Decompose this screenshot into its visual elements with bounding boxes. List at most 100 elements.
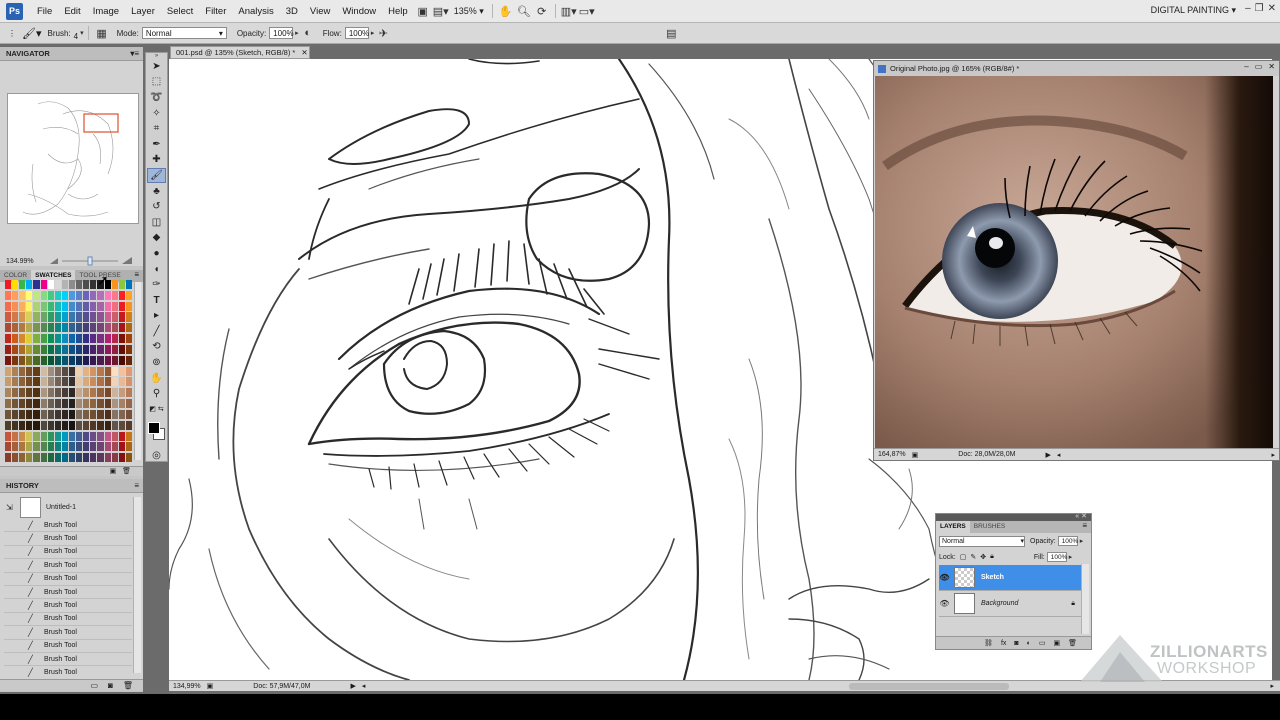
swatch-color[interactable] [90,344,97,354]
swatch-color[interactable] [118,344,125,354]
swatch-color[interactable] [97,312,104,322]
swatches-scrollbar[interactable] [134,282,141,460]
swatch-color[interactable] [97,355,104,365]
swatch-color[interactable] [47,388,54,398]
screen-mode-icon[interactable]: ▭▾ [578,3,596,19]
hand-tool-icon[interactable]: ✋ [497,3,515,19]
swatch-color[interactable] [125,344,132,354]
swatch-color[interactable] [5,431,12,441]
swatch-color[interactable] [83,280,90,290]
swatch-color[interactable] [40,312,47,322]
swatch-grid[interactable] [5,280,132,463]
swatch-color[interactable] [90,323,97,333]
swatch-color[interactable] [104,431,111,441]
swatch-color[interactable] [111,355,118,365]
swatch-color[interactable] [26,420,33,430]
swatch-color[interactable] [125,377,132,387]
history-item[interactable]: ╱ Brush Tool [4,640,132,653]
swatch-color[interactable] [61,344,68,354]
swatch-color[interactable] [125,409,132,419]
swatch-color[interactable] [83,431,90,441]
swatch-color[interactable] [97,323,104,333]
history-item[interactable]: ╱ Brush Tool [4,666,132,680]
swatch-color[interactable] [97,344,104,354]
swatch-color[interactable] [12,355,19,365]
swatch-color[interactable] [54,399,61,409]
swatch-color[interactable] [61,355,68,365]
swatch-color[interactable] [5,377,12,387]
swatch-color[interactable] [33,355,40,365]
swatch-color[interactable] [40,420,47,430]
swatch-color[interactable] [33,431,40,441]
brush-tool-icon[interactable]: 🖌︎ [147,168,166,183]
swatch-color[interactable] [83,301,90,311]
swatch-color[interactable] [12,280,19,290]
3d-orbit-tool-icon[interactable]: ⊚ [147,355,166,370]
swatch-color[interactable] [12,290,19,300]
swatch-color[interactable] [19,280,26,290]
swatch-color[interactable] [83,312,90,322]
swatch-color[interactable] [125,388,132,398]
swatch-color[interactable] [47,301,54,311]
swatch-color[interactable] [47,344,54,354]
swatch-color[interactable] [104,344,111,354]
swatch-color[interactable] [40,399,47,409]
swatch-color[interactable] [61,334,68,344]
swatch-color[interactable] [19,377,26,387]
swatch-color[interactable] [69,290,76,300]
flow-input[interactable]: 100% [344,27,369,39]
swatch-color[interactable] [69,355,76,365]
swatch-color[interactable] [104,312,111,322]
document-tab[interactable]: 001.psd @ 135% (Sketch, RGB/8) * ✕ [170,46,310,59]
swatch-color[interactable] [125,323,132,333]
swatch-color[interactable] [47,442,54,452]
swatch-color[interactable] [111,431,118,441]
swatch-color[interactable] [19,420,26,430]
swatch-color[interactable] [76,442,83,452]
swatch-color[interactable] [83,388,90,398]
swatch-color[interactable] [26,377,33,387]
swatch-color[interactable] [26,323,33,333]
swatch-color[interactable] [12,453,19,463]
layers-panel-grip[interactable]: « ✕ [936,512,1091,521]
new-layer-icon[interactable]: ▣ [1053,639,1060,647]
swatch-color[interactable] [111,366,118,376]
swatch-color[interactable] [83,442,90,452]
swatch-color[interactable] [76,420,83,430]
swatch-color[interactable] [40,323,47,333]
eraser-tool-icon[interactable]: ◫ [147,215,166,230]
close-icon[interactable]: ✕ [301,48,307,57]
swatch-color[interactable] [40,301,47,311]
swatch-color[interactable] [90,442,97,452]
swatch-color[interactable] [69,442,76,452]
swatch-color[interactable] [61,377,68,387]
swatch-color[interactable] [97,366,104,376]
swatch-color[interactable] [111,377,118,387]
swatch-color[interactable] [47,366,54,376]
collapse-icon[interactable]: « ✕ [1075,512,1087,520]
swatch-color[interactable] [76,431,83,441]
menu-help[interactable]: Help [382,6,414,17]
swatch-color[interactable] [83,420,90,430]
zoom-tool-icon[interactable]: ⚲ [147,386,166,401]
swatch-color[interactable] [54,280,61,290]
reference-photo-window[interactable]: Original Photo.jpg @ 165% (RGB/8#) * – ▭… [873,60,1280,461]
zoom-tool-icon[interactable]: 🔍︎ [515,3,533,19]
swatch-color[interactable] [40,290,47,300]
swatch-color[interactable] [69,377,76,387]
swatch-color[interactable] [69,280,76,290]
swatch-color[interactable] [125,453,132,463]
swatch-color[interactable] [33,344,40,354]
swatch-color[interactable] [90,431,97,441]
swatch-color[interactable] [12,431,19,441]
swatch-color[interactable] [40,409,47,419]
swatch-color[interactable] [54,323,61,333]
swatch-color[interactable] [5,409,12,419]
swatch-color[interactable] [111,420,118,430]
swatch-color[interactable] [69,420,76,430]
swatch-color[interactable] [118,301,125,311]
marquee-tool-icon[interactable]: ⬚ [147,75,166,90]
swatch-color[interactable] [111,301,118,311]
swatch-color[interactable] [104,301,111,311]
swatch-color[interactable] [47,453,54,463]
